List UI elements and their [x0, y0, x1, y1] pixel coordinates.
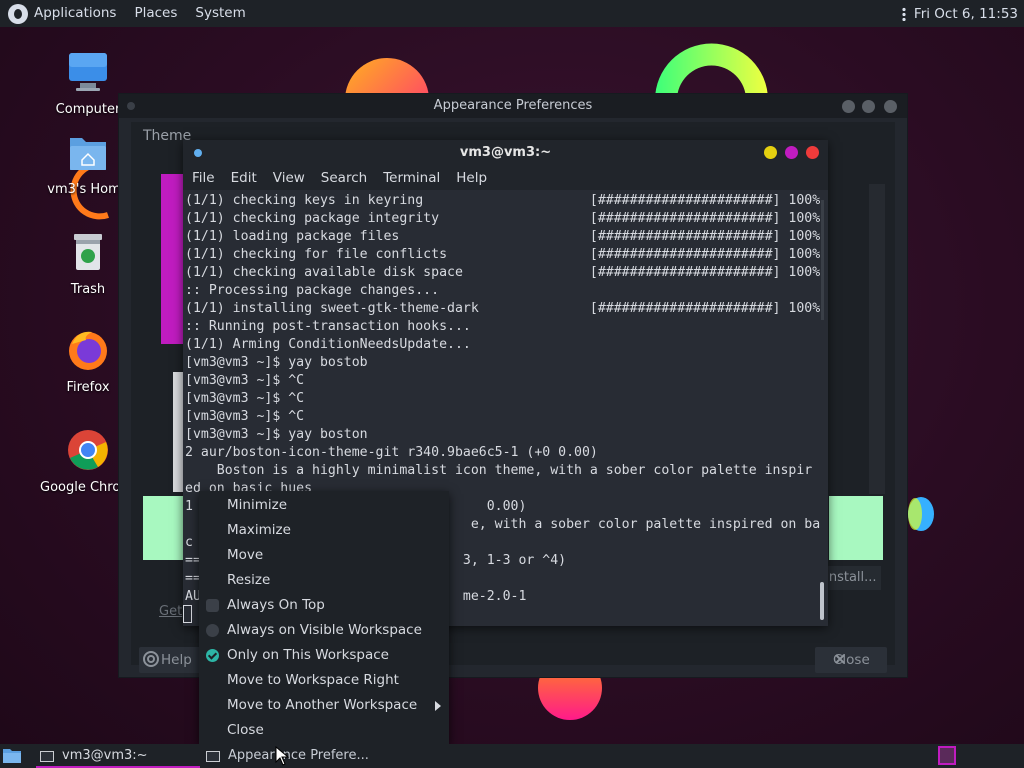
- context-menu-label: Move to Workspace Right: [227, 672, 399, 688]
- terminal-title: vm3@vm3:~: [459, 145, 552, 160]
- context-menu-item[interactable]: Close: [199, 718, 449, 743]
- context-menu-label: Move to Another Workspace: [227, 697, 418, 713]
- context-menu-item[interactable]: Resize: [199, 568, 449, 593]
- panel-overflow-icon[interactable]: [901, 6, 906, 21]
- terminal-line: (1/1) loading package files [###########…: [185, 229, 821, 244]
- get-more-themes-link[interactable]: Get: [159, 604, 182, 619]
- show-desktop-icon[interactable]: [2, 746, 22, 764]
- terminal-icon: [40, 750, 54, 762]
- computer-icon: [69, 53, 107, 91]
- places-menu[interactable]: Places: [125, 0, 186, 27]
- context-menu-item[interactable]: Always On Top: [199, 593, 449, 618]
- appearance-title: Appearance Preferences: [433, 98, 593, 113]
- terminal-cursor: [183, 605, 192, 623]
- terminal-line: (1/1) checking package integrity [######…: [185, 211, 821, 226]
- menu-file[interactable]: File: [184, 170, 223, 186]
- appearance-titlebar[interactable]: Appearance Preferences: [119, 94, 907, 118]
- terminal-titlebar[interactable]: vm3@vm3:~: [183, 140, 828, 165]
- window-context-menu: Minimize Maximize Move Resize Always On Top A…: [199, 491, 449, 744]
- mouse-pointer-icon: [275, 746, 289, 766]
- theme-preview-swatch: [143, 496, 185, 560]
- context-menu-item[interactable]: Minimize: [199, 493, 449, 518]
- chrome-icon: [68, 430, 108, 470]
- menu-view[interactable]: View: [265, 170, 313, 186]
- clock-area[interactable]: Fri Oct 6, 11:53: [901, 0, 1018, 27]
- context-menu-item[interactable]: Only on This Workspace: [199, 643, 449, 668]
- home-folder-icon: [70, 138, 106, 170]
- context-menu-label: Always on Visible Workspace: [227, 622, 422, 638]
- close-button[interactable]: Close: [815, 647, 887, 673]
- context-menu-label: Resize: [227, 572, 271, 588]
- checkbox-icon: [206, 599, 219, 612]
- menu-terminal[interactable]: Terminal: [375, 170, 448, 186]
- bottom-taskbar: vm3@vm3:~ Appearance Prefere...: [0, 744, 1024, 768]
- terminal-scroll-track[interactable]: [821, 200, 824, 320]
- terminal-line: [vm3@vm3 ~]$ ^C: [185, 391, 305, 406]
- clock[interactable]: Fri Oct 6, 11:53: [914, 6, 1018, 22]
- radio-icon: [206, 624, 219, 637]
- trash-icon: [74, 234, 102, 270]
- checked-radio-icon: [206, 649, 219, 662]
- minimize-button[interactable]: [764, 146, 777, 159]
- terminal-line: (1/1) checking keys in keyring [########…: [185, 193, 821, 208]
- terminal-line: (1/1) installing sweet-gtk-theme-dark [#…: [185, 301, 821, 316]
- terminal-line: [vm3@vm3 ~]$ ^C: [185, 373, 305, 388]
- terminal-line: [vm3@vm3 ~]$ yay boston: [185, 427, 368, 442]
- task-terminal[interactable]: vm3@vm3:~: [36, 744, 200, 768]
- appearance-icon: [206, 750, 220, 762]
- task-appearance[interactable]: Appearance Prefere...: [204, 744, 384, 768]
- theme-list-scrollbar[interactable]: [869, 184, 885, 494]
- close-icon: [835, 654, 845, 664]
- system-menu[interactable]: System: [186, 0, 254, 27]
- theme-preview-swatch: [161, 174, 183, 344]
- terminal-scrollbar[interactable]: [820, 582, 824, 620]
- minimize-button[interactable]: [842, 100, 855, 113]
- task-terminal-label: vm3@vm3:~: [62, 748, 148, 763]
- terminal-line: Boston is a highly minimalist icon theme…: [185, 463, 813, 478]
- task-appearance-label: Appearance Prefere...: [228, 748, 369, 763]
- context-menu-item[interactable]: Move to Workspace Right: [199, 668, 449, 693]
- maximize-button[interactable]: [785, 146, 798, 159]
- window-menu-icon[interactable]: [127, 102, 135, 110]
- theme-preview-swatch: [173, 372, 183, 492]
- terminal-line: 2 aur/boston-icon-theme-git r340.9bae6c5…: [185, 445, 598, 460]
- applications-menu[interactable]: Applications: [0, 0, 125, 27]
- terminal-line: [vm3@vm3 ~]$ yay bostob: [185, 355, 368, 370]
- terminal-line: (1/1) checking for file conflicts [#####…: [185, 247, 821, 262]
- terminal-line: [vm3@vm3 ~]$ ^C: [185, 409, 305, 424]
- context-menu-label: Move: [227, 547, 264, 563]
- install-button[interactable]: Install...: [821, 566, 881, 590]
- terminal-line: (1/1) checking available disk space [###…: [185, 265, 821, 280]
- terminal-line: :: Running post-transaction hooks...: [185, 319, 471, 334]
- context-menu-item[interactable]: Move to Another Workspace: [199, 693, 449, 718]
- menu-edit[interactable]: Edit: [223, 170, 265, 186]
- context-menu-label: Maximize: [227, 522, 291, 538]
- close-window-button[interactable]: [806, 146, 819, 159]
- help-icon: [143, 651, 159, 667]
- menu-help[interactable]: Help: [448, 170, 495, 186]
- terminal-menubar: File Edit View Search Terminal Help: [183, 165, 828, 190]
- context-menu-label: Only on This Workspace: [227, 647, 389, 663]
- context-menu-label: Minimize: [227, 497, 287, 513]
- help-label: Help: [161, 652, 192, 668]
- menu-search[interactable]: Search: [313, 170, 375, 186]
- window-menu-icon[interactable]: [194, 149, 202, 157]
- context-menu-item[interactable]: Always on Visible Workspace: [199, 618, 449, 643]
- terminal-line: :: Processing package changes...: [185, 283, 440, 298]
- close-window-button[interactable]: [884, 100, 897, 113]
- applications-label: Applications: [34, 5, 117, 21]
- top-panel: Applications Places System Fri Oct 6, 11…: [0, 0, 1024, 27]
- context-menu-item[interactable]: Move: [199, 543, 449, 568]
- maximize-button[interactable]: [862, 100, 875, 113]
- submenu-arrow-icon: [435, 701, 441, 711]
- context-menu-item[interactable]: Maximize: [199, 518, 449, 543]
- terminal-line: (1/1) Arming ConditionNeedsUpdate...: [185, 337, 471, 352]
- firefox-icon: [69, 331, 107, 370]
- theme-preview-swatch: [829, 496, 883, 560]
- workspace-switcher[interactable]: [938, 746, 956, 765]
- context-menu-label: Always On Top: [227, 597, 325, 613]
- context-menu-label: Close: [227, 722, 264, 738]
- gnome-foot-icon: [8, 3, 28, 24]
